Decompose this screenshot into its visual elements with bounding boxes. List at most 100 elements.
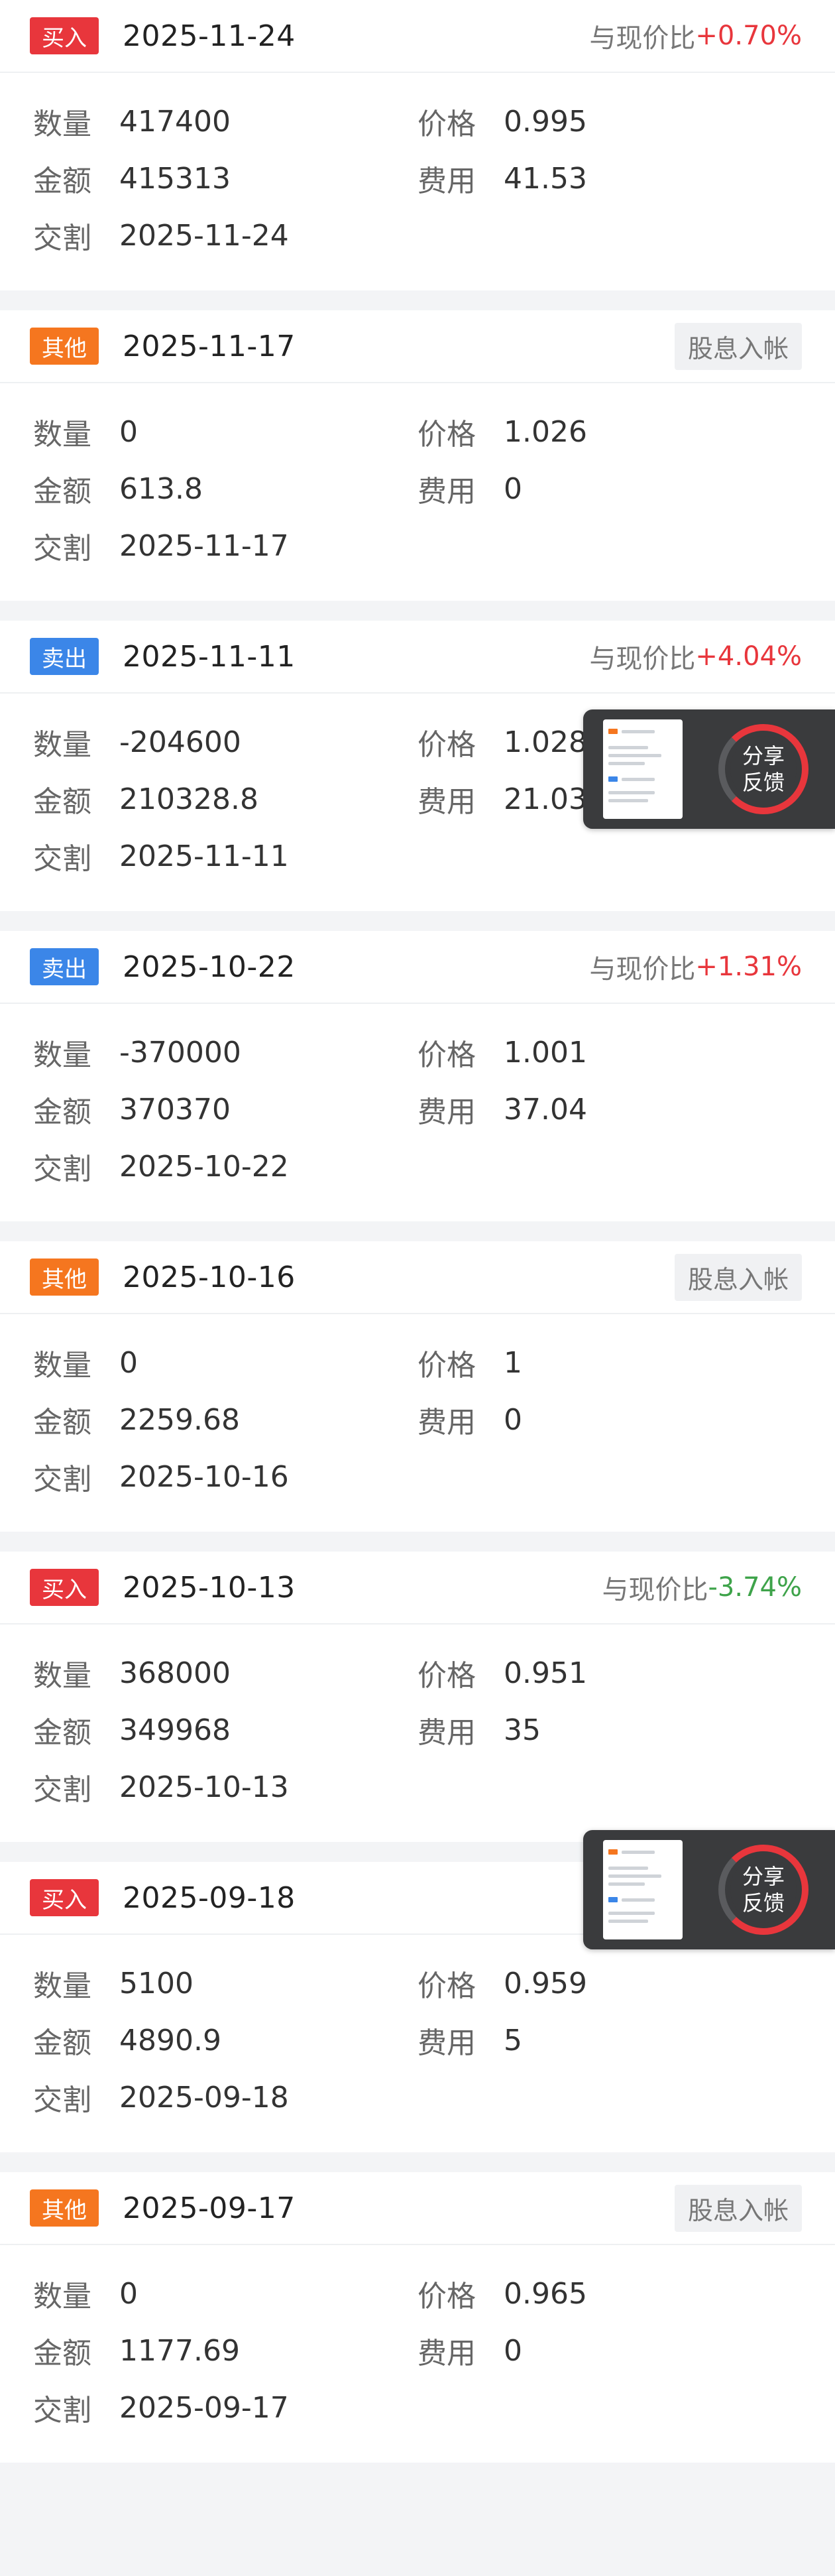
quantity-value: 5100 <box>119 1966 194 2000</box>
fee-value: 0 <box>504 1402 522 1437</box>
trade-date: 2025-11-11 <box>123 639 296 674</box>
delivery-label: 交割 <box>33 1773 91 1807</box>
quantity-label: 数量 <box>33 2280 91 2313</box>
quantity-label: 数量 <box>33 1659 91 1693</box>
delivery-label: 交割 <box>33 221 91 255</box>
delivery-value: 2025-09-18 <box>119 2080 289 2115</box>
fee-value: 0 <box>504 2333 522 2368</box>
amount-label: 金额 <box>33 1716 91 1750</box>
trade-date: 2025-09-18 <box>123 1880 296 1915</box>
fee-label: 费用 <box>418 2337 476 2370</box>
trade-type-tag: 买入 <box>30 1569 99 1606</box>
price-value: 1.028 <box>504 725 587 759</box>
card-body: 数量 5100 价格 0.959 金额 4890.9 费用 5 交割 2025-09-18 <box>0 1935 835 2152</box>
amount-label: 金额 <box>33 2026 91 2060</box>
share-feedback-widget[interactable]: 分享 反馈 <box>583 709 835 829</box>
amount-label: 金额 <box>33 475 91 509</box>
amount-value: 349968 <box>119 1713 231 1747</box>
dividend-badge: 股息入帐 <box>674 2184 802 2232</box>
quantity-value: 417400 <box>119 104 231 139</box>
delivery-value: 2025-10-22 <box>119 1149 289 1184</box>
fee-label: 费用 <box>418 2026 476 2060</box>
trade-record-card[interactable]: 买入 2025-10-13 与现价比 -3.74% 数量 368000 价格 0.9… <box>0 1552 835 1842</box>
delivery-value: 2025-09-17 <box>119 2390 289 2425</box>
fee-label: 费用 <box>418 1406 476 1440</box>
fee-label: 费用 <box>418 164 476 198</box>
delivery-label: 交割 <box>33 1152 91 1186</box>
delivery-value: 2025-11-11 <box>119 839 289 873</box>
trade-record-card[interactable]: 其他 2025-11-17 股息入帐 数量 0 价格 1.026 金额 613.8 费… <box>0 310 835 601</box>
price-value: 1.026 <box>504 414 587 449</box>
dividend-badge: 股息入帐 <box>674 322 802 370</box>
price-value: 1 <box>504 1345 522 1380</box>
price-value: 0.995 <box>504 104 587 139</box>
delivery-label: 交割 <box>33 1463 91 1497</box>
card-body: 数量 417400 价格 0.995 金额 415313 费用 41.53 交割 2025… <box>0 73 835 290</box>
quantity-value: -204600 <box>119 725 241 759</box>
fee-label: 费用 <box>418 1716 476 1750</box>
delivery-label: 交割 <box>33 2394 91 2427</box>
quantity-value: -370000 <box>119 1035 241 1070</box>
card-header: 其他 2025-10-16 股息入帐 <box>0 1241 835 1314</box>
delivery-label: 交割 <box>33 2083 91 2117</box>
screenshot-thumbnail[interactable] <box>603 719 683 819</box>
fee-label: 费用 <box>418 475 476 509</box>
quantity-label: 数量 <box>33 1349 91 1382</box>
amount-value: 2259.68 <box>119 1402 240 1437</box>
card-header: 买入 2025-11-24 与现价比 +0.70% <box>0 0 835 73</box>
feedback-label: 反馈 <box>742 1890 785 1916</box>
feedback-label: 反馈 <box>742 770 785 795</box>
quantity-label: 数量 <box>33 1038 91 1072</box>
amount-value: 1177.69 <box>119 2333 240 2368</box>
trade-record-card[interactable]: 其他 2025-09-17 股息入帐 数量 0 价格 0.965 金额 1177.69… <box>0 2172 835 2463</box>
card-header: 卖出 2025-10-22 与现价比 +1.31% <box>0 931 835 1004</box>
price-label: 价格 <box>418 728 476 762</box>
trade-date: 2025-10-16 <box>123 1260 296 1294</box>
price-label: 价格 <box>418 418 476 452</box>
compare-label: 与现价比 <box>589 23 696 54</box>
compare-label: 与现价比 <box>602 1575 708 1605</box>
screenshot-thumbnail[interactable] <box>603 1840 683 1939</box>
share-feedback-button[interactable]: 分享 反馈 <box>718 724 808 814</box>
card-header: 其他 2025-11-17 股息入帐 <box>0 310 835 383</box>
amount-value: 210328.8 <box>119 782 258 816</box>
amount-value: 4890.9 <box>119 2023 221 2057</box>
amount-value: 370370 <box>119 1092 231 1127</box>
price-value: 0.951 <box>504 1656 587 1690</box>
card-body: 数量 368000 价格 0.951 金额 349968 费用 35 交割 2025-10… <box>0 1625 835 1842</box>
delivery-value: 2025-11-24 <box>119 218 289 253</box>
price-label: 价格 <box>418 107 476 141</box>
amount-label: 金额 <box>33 785 91 819</box>
trade-record-card[interactable]: 买入 2025-11-24 与现价比 +0.70% 数量 417400 价格 0.9… <box>0 0 835 290</box>
share-feedback-widget[interactable]: 分享 反馈 <box>583 1830 835 1949</box>
compare-percent: +4.04% <box>695 641 802 672</box>
amount-label: 金额 <box>33 164 91 198</box>
share-feedback-button[interactable]: 分享 反馈 <box>718 1845 808 1935</box>
price-label: 价格 <box>418 1349 476 1382</box>
card-body: 数量 -370000 价格 1.001 金额 370370 费用 37.04 交割 202… <box>0 1004 835 1221</box>
card-body: 数量 0 价格 1 金额 2259.68 费用 0 交割 2025-10-16 <box>0 1314 835 1532</box>
quantity-value: 368000 <box>119 1656 231 1690</box>
quantity-label: 数量 <box>33 418 91 452</box>
compare-percent: +1.31% <box>695 951 802 982</box>
share-label: 分享 <box>742 743 785 768</box>
fee-value: 37.04 <box>504 1092 587 1127</box>
delivery-value: 2025-10-16 <box>119 1459 289 1494</box>
card-header: 其他 2025-09-17 股息入帐 <box>0 2172 835 2245</box>
quantity-value: 0 <box>119 2276 138 2311</box>
price-value: 1.001 <box>504 1035 587 1070</box>
trade-type-tag: 买入 <box>30 17 99 54</box>
price-label: 价格 <box>418 2280 476 2313</box>
quantity-label: 数量 <box>33 728 91 762</box>
amount-label: 金额 <box>33 2337 91 2370</box>
price-compare: 与现价比 +0.70% <box>589 17 802 55</box>
delivery-label: 交割 <box>33 532 91 566</box>
price-value: 0.959 <box>504 1966 587 2000</box>
delivery-value: 2025-10-13 <box>119 1770 289 1804</box>
trade-type-tag: 卖出 <box>30 638 99 675</box>
card-body: 数量 0 价格 1.026 金额 613.8 费用 0 交割 2025-11-17 <box>0 383 835 601</box>
trade-record-card[interactable]: 其他 2025-10-16 股息入帐 数量 0 价格 1 金额 2259.68 费用 0… <box>0 1241 835 1532</box>
trade-record-card[interactable]: 卖出 2025-10-22 与现价比 +1.31% 数量 -370000 价格 1.… <box>0 931 835 1221</box>
price-compare: 与现价比 +4.04% <box>589 637 802 676</box>
fee-value: 5 <box>504 2023 522 2057</box>
